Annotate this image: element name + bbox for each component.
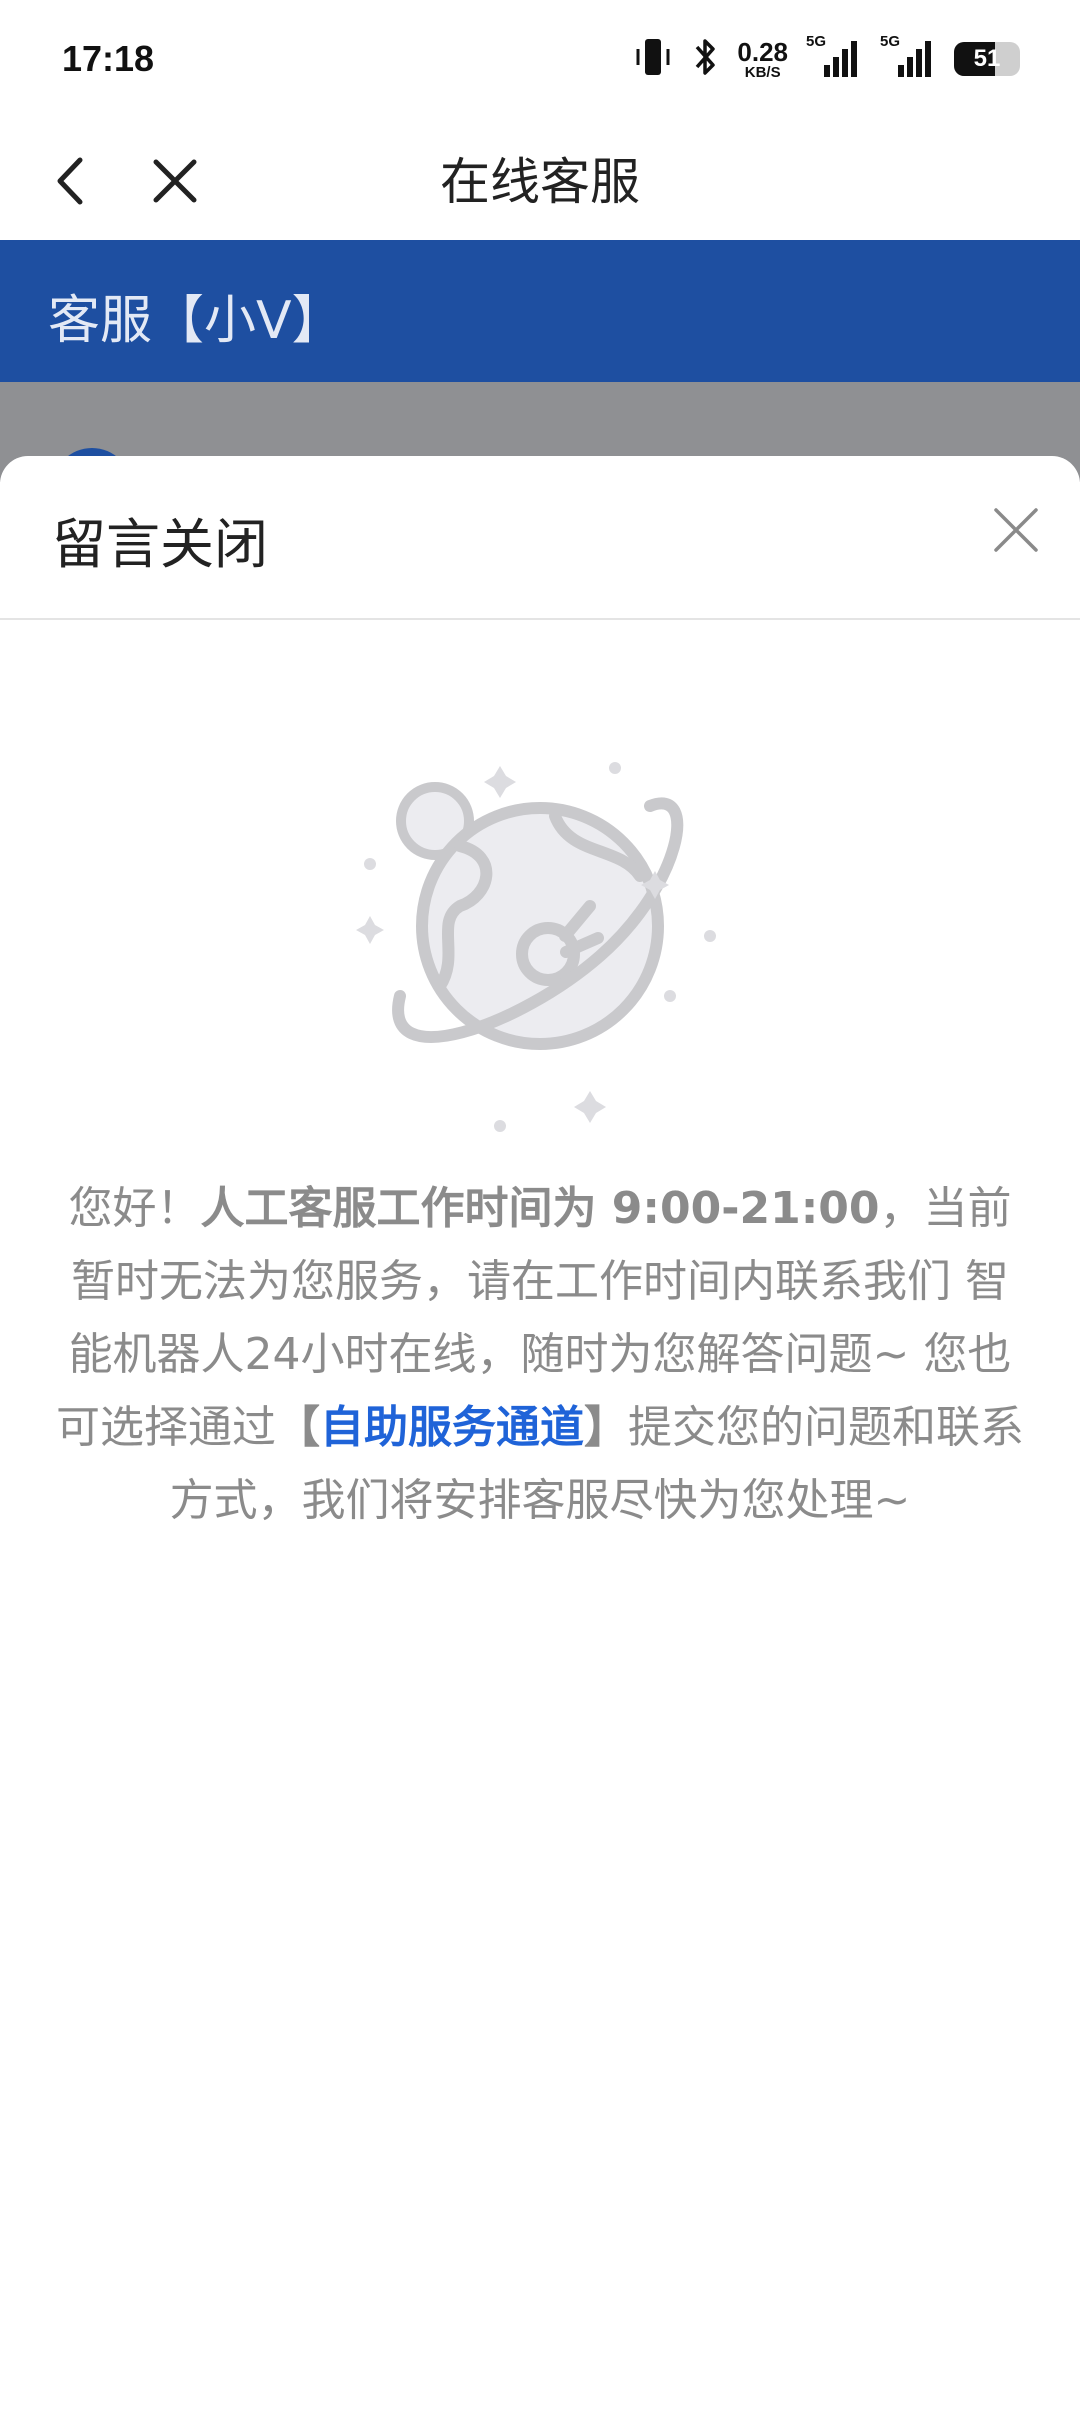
sheet-close-button[interactable] (986, 500, 1046, 560)
bracket-open: 【 (276, 1402, 320, 1453)
network-speed-value: 0.28 (737, 36, 788, 67)
status-time: 17:18 (62, 38, 155, 79)
planet-icon (340, 746, 740, 1146)
signal-5g-label: 5G (806, 33, 827, 50)
battery-level: 51 (973, 45, 1001, 72)
sheet-title: 留言关闭 (52, 513, 268, 576)
battery-icon: 51 (954, 42, 1020, 76)
self-service-link[interactable]: 自助服务通道 (320, 1402, 584, 1453)
network-speed: 0.28 KB/S (737, 39, 788, 80)
bracket-close: 】 (584, 1402, 628, 1453)
status-icons: 0.28 KB/S 5G 5G 51 (633, 33, 1020, 84)
nav-bar: 在线客服 (0, 120, 1080, 240)
message-closed-sheet: 留言关闭 您好！人工客服工作时间为 9:00-21:00，当前暂时无法为您服务，… (0, 456, 1080, 2412)
service-hours: 人工客服工作时间为 9:00-21:00 (200, 1183, 880, 1234)
close-icon (994, 508, 1038, 552)
agent-header: 客服【小V】 (0, 240, 1080, 382)
app-root: 17:18 0.28 KB/S 5G 5G 51 在线客服 客服【小V】 留言关… (0, 0, 1080, 2412)
agent-name: 客服【小V】 (48, 291, 344, 351)
network-speed-unit: KB/S (744, 63, 781, 81)
signal-icon: 5G (806, 33, 862, 81)
closed-message: 您好！人工客服工作时间为 9:00-21:00，当前暂时无法为您服务，请在工作时… (52, 1172, 1028, 1537)
greeting-text: 您好！ (68, 1183, 201, 1234)
divider (0, 618, 1080, 620)
page-title: 在线客服 (440, 153, 640, 211)
vibrate-icon (633, 35, 673, 83)
bluetooth-icon (691, 35, 719, 83)
status-bar: 17:18 0.28 KB/S 5G 5G 51 (0, 0, 1080, 120)
signal-icon-2: 5G (880, 33, 936, 81)
signal-5g-label-2: 5G (880, 33, 901, 50)
